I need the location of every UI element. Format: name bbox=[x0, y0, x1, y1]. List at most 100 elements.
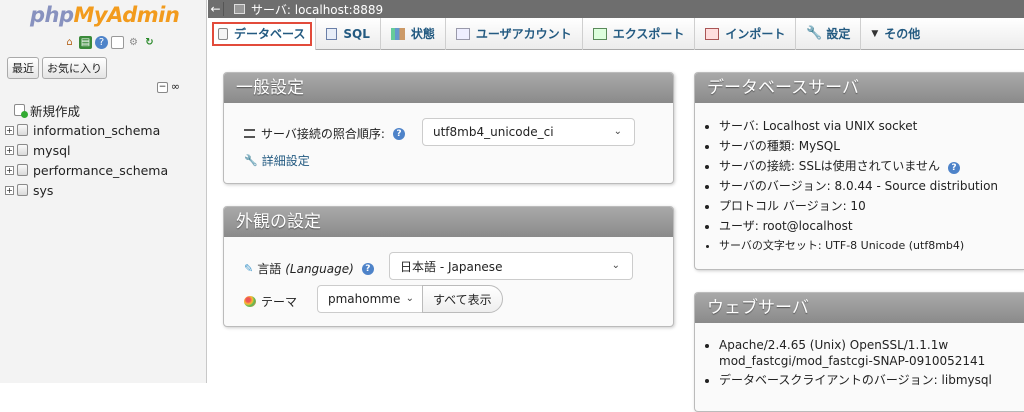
ssl-status-text: サーバの接続: SSLは使用されていません bbox=[719, 159, 940, 173]
home-icon[interactable]: ⌂ bbox=[63, 36, 76, 49]
tab-settings[interactable]: 🔧 設定 bbox=[796, 17, 862, 50]
language-value: 日本語 - Japanese bbox=[400, 259, 503, 274]
nav-icon-bar: ⌂ ▤ ? ⚙ ↻ bbox=[63, 36, 156, 49]
collation-select[interactable]: utf8mb4_unicode_ci ⌄ bbox=[422, 118, 635, 146]
panel-title: ウェブサーバ bbox=[695, 293, 1024, 323]
expand-icon[interactable]: + bbox=[5, 185, 14, 195]
link-icon[interactable]: ∞ bbox=[170, 81, 181, 93]
tab-export[interactable]: エクスポート bbox=[583, 17, 696, 50]
tab-label: SQL bbox=[343, 26, 370, 41]
theme-label: テーマ bbox=[261, 295, 298, 309]
db-server-info-list: サーバ: Localhost via UNIX socket サーバの種類: M… bbox=[695, 116, 998, 256]
wrench-icon: 🔧 bbox=[244, 154, 258, 167]
theme-row: テーマ bbox=[244, 293, 297, 310]
web-server-panel: ウェブサーバ Apache/2.4.65 (Unix) OpenSSL/1.1.… bbox=[694, 292, 1024, 412]
collation-label: サーバ接続の照合順序: bbox=[261, 127, 385, 141]
language-select[interactable]: 日本語 - Japanese ⌄ bbox=[389, 252, 633, 280]
tab-label: ユーザアカウント bbox=[475, 27, 572, 41]
recent-button[interactable]: 最近 bbox=[7, 57, 39, 79]
users-icon bbox=[455, 27, 470, 40]
navigation-panel: phpMyAdmin ⌂ ▤ ? ⚙ ↻ 最近 お気に入り − ∞ 新規作成 +… bbox=[0, 0, 207, 383]
language-label-en: (Language) bbox=[285, 261, 354, 276]
list-item: サーバの接続: SSLは使用されていません? bbox=[719, 156, 998, 176]
language-label: 言語 bbox=[257, 262, 282, 276]
database-icon bbox=[17, 184, 28, 196]
tab-label: 状態 bbox=[410, 27, 435, 41]
tree-item-information-schema[interactable]: + information_schema bbox=[0, 120, 207, 140]
tab-databases[interactable]: データベース bbox=[208, 17, 317, 50]
main-content: 一般設定 サーバ接続の照合順序: ? utf8mb4_unicode_ci ⌄ … bbox=[208, 51, 1024, 412]
list-item: データベースクライアントのバージョン: libmysql bbox=[719, 369, 1019, 391]
list-item: Apache/2.4.65 (Unix) OpenSSL/1.1.1w mod_f… bbox=[719, 337, 1019, 369]
tree-item-sys[interactable]: + sys bbox=[0, 180, 207, 200]
reload-icon[interactable]: ↻ bbox=[143, 36, 156, 49]
tab-label: 設定 bbox=[826, 27, 851, 41]
database-tree: 新規作成 + information_schema + mysql + perf… bbox=[0, 100, 207, 200]
tab-status[interactable]: 状態 bbox=[381, 17, 446, 50]
tree-item-label: 新規作成 bbox=[30, 103, 81, 119]
back-arrow-icon[interactable]: ← bbox=[208, 2, 224, 16]
expand-icon[interactable]: + bbox=[5, 125, 14, 135]
exit-icon[interactable]: ▤ bbox=[79, 36, 92, 49]
list-item: サーバ: Localhost via UNIX socket bbox=[719, 116, 998, 136]
docs-icon[interactable] bbox=[111, 36, 124, 49]
database-icon bbox=[218, 27, 228, 40]
import-icon bbox=[705, 27, 720, 40]
status-icon bbox=[390, 27, 405, 40]
list-item: ユーザ: root@localhost bbox=[719, 216, 998, 236]
caret-down-icon: ▼ bbox=[871, 28, 879, 39]
tab-more[interactable]: ▼ その他 bbox=[861, 18, 930, 50]
tree-item-label: performance_schema bbox=[33, 162, 169, 178]
fastcgi-version: mod_fastcgi/mod_fastcgi-SNAP-0910052141 bbox=[719, 354, 986, 368]
collation-icon bbox=[244, 129, 255, 138]
chevron-down-icon: ⌄ bbox=[611, 260, 620, 271]
collation-row: サーバ接続の照合順序: ? bbox=[244, 125, 405, 142]
logo-php: php bbox=[30, 3, 74, 27]
tab-import[interactable]: インポート bbox=[695, 17, 797, 50]
list-item: サーバのバージョン: 8.0.44 - Source distribution bbox=[719, 176, 998, 196]
tab-user-accounts[interactable]: ユーザアカウント bbox=[446, 17, 583, 50]
language-row: ✎ 言語 (Language) ? bbox=[244, 260, 374, 277]
tree-item-performance-schema[interactable]: + performance_schema bbox=[0, 160, 207, 180]
phpmyadmin-logo[interactable]: phpMyAdmin bbox=[30, 3, 180, 27]
theme-select[interactable]: pmahomme ⌄ bbox=[317, 285, 423, 313]
chevron-down-icon: ⌄ bbox=[613, 126, 622, 137]
logo-admin: Admin bbox=[107, 3, 180, 27]
database-icon bbox=[17, 124, 28, 136]
server-breadcrumb[interactable]: サーバ: localhost:8889 bbox=[251, 1, 383, 18]
tree-item-label: information_schema bbox=[33, 122, 161, 138]
database-icon bbox=[17, 164, 28, 176]
database-icon bbox=[17, 144, 28, 156]
help-icon[interactable]: ? bbox=[361, 262, 374, 275]
apache-version: Apache/2.4.65 (Unix) OpenSSL/1.1.1w bbox=[719, 338, 949, 352]
help-icon[interactable]: ? bbox=[392, 127, 405, 140]
chevron-down-icon: ⌄ bbox=[405, 293, 414, 304]
expand-icon[interactable]: + bbox=[5, 145, 14, 155]
export-icon bbox=[592, 27, 607, 40]
tab-label: データベース bbox=[234, 27, 306, 41]
tree-controls: − ∞ bbox=[157, 81, 181, 93]
tree-item-new[interactable]: 新規作成 bbox=[0, 100, 207, 120]
gear-icon[interactable]: ⚙ bbox=[127, 36, 140, 49]
expand-icon[interactable]: + bbox=[5, 165, 14, 175]
collapse-all-icon[interactable]: − bbox=[157, 82, 168, 93]
language-icon: ✎ bbox=[244, 262, 254, 275]
wrench-icon: 🔧 bbox=[806, 25, 823, 41]
help-icon[interactable]: ? bbox=[95, 36, 108, 49]
list-item: サーバの種類: MySQL bbox=[719, 136, 998, 156]
theme-value: pmahomme bbox=[328, 292, 401, 306]
list-item: サーバの文字セット: UTF-8 Unicode (utf8mb4) bbox=[719, 236, 998, 256]
panel-title: 一般設定 bbox=[224, 73, 673, 103]
panel-title: データベースサーバ bbox=[695, 73, 1024, 103]
tree-item-mysql[interactable]: + mysql bbox=[0, 140, 207, 160]
more-settings-row: 🔧 詳細設定 bbox=[244, 152, 310, 169]
more-settings-link[interactable]: 詳細設定 bbox=[262, 152, 310, 169]
view-all-label: すべて表示 bbox=[433, 292, 492, 307]
general-settings-panel: 一般設定 サーバ接続の照合順序: ? utf8mb4_unicode_ci ⌄ … bbox=[223, 72, 674, 184]
tab-sql[interactable]: SQL bbox=[316, 17, 381, 50]
tab-label: その他 bbox=[884, 27, 921, 41]
help-icon[interactable]: ? bbox=[947, 162, 960, 174]
view-all-themes-button[interactable]: すべて表示 bbox=[422, 285, 503, 313]
palette-icon bbox=[244, 296, 256, 307]
favorites-button[interactable]: お気に入り bbox=[42, 57, 107, 79]
